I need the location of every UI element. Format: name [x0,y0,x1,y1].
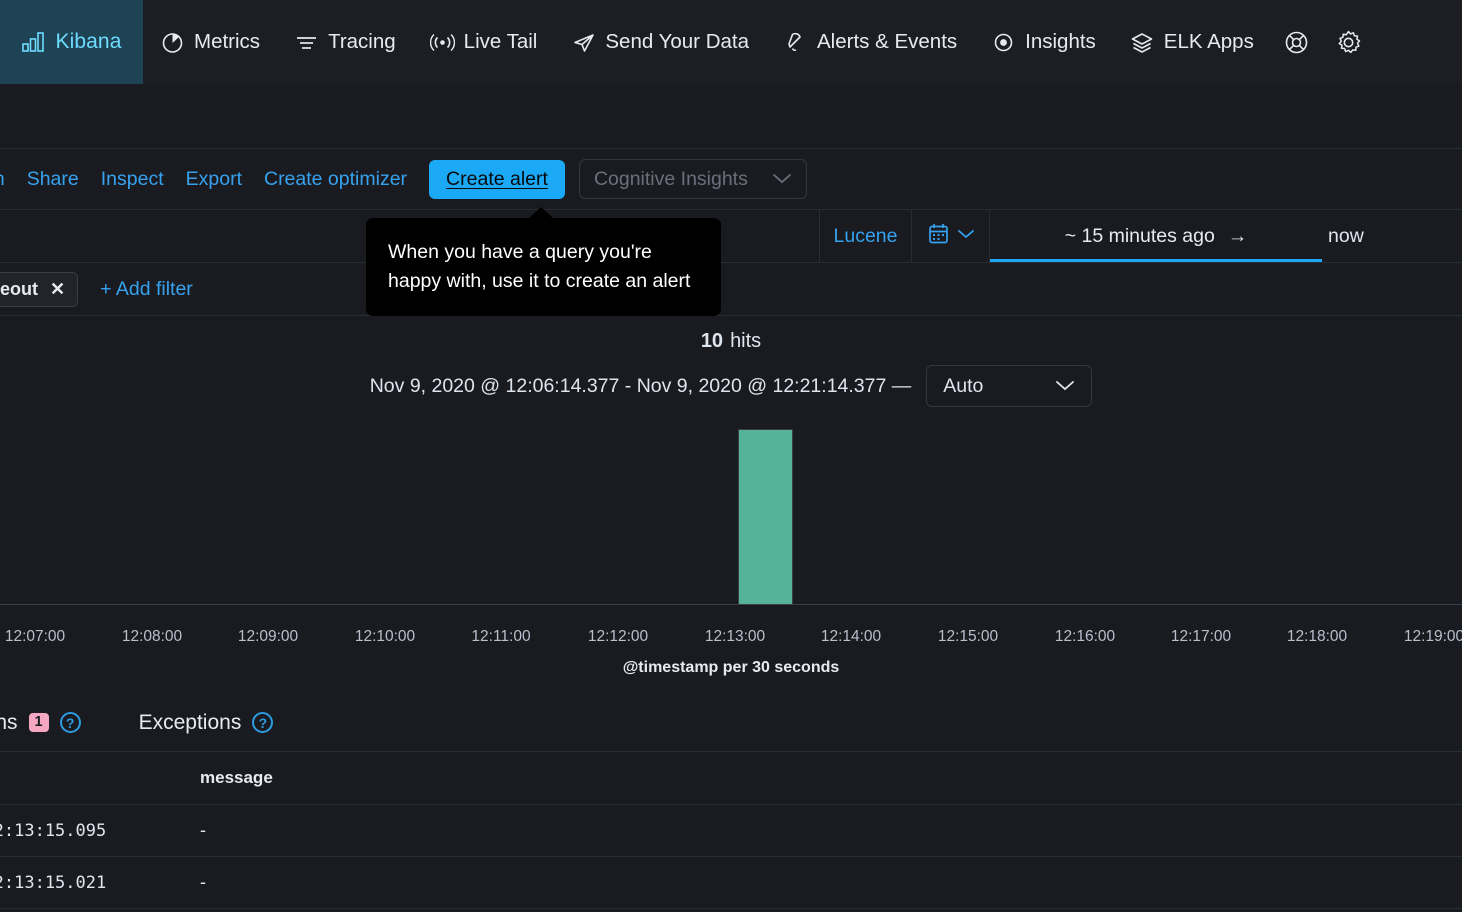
layers-icon [1130,30,1155,55]
time-range-start-button[interactable]: ~ 15 minutes ago → [990,210,1322,262]
x-axis-tick-label: 12:19:00 [1403,628,1462,645]
tab-label: tterns [0,710,18,734]
toolbar-link-create-optimizer[interactable]: Create optimizer [253,168,418,191]
tab-label: Exceptions [138,710,242,734]
cognitive-insights-dropdown[interactable]: Cognitive Insights [578,159,807,199]
tab-exceptions[interactable]: Exceptions ? [139,711,274,735]
filter-bar-row: imeout ✕ + Add filter [0,263,1462,316]
status-badge: 1 [28,713,49,732]
close-icon[interactable]: ✕ [50,279,65,300]
query-language-button[interactable]: Lucene [820,210,912,262]
nav-item-tracing[interactable]: Tracing [277,0,413,84]
documents-table: message 020 @ 12:13:15.095 - 020 @ 12:13… [0,752,1462,909]
x-axis-tick-label: 12:08:00 [121,628,183,645]
query-bar-row: Lucene ~ 15 minutes ago → now [0,210,1462,263]
chart-axis-line [0,604,1462,605]
help-icon[interactable] [1271,0,1323,84]
toolbar-link-export[interactable]: Export [175,168,253,191]
create-alert-tooltip: When you have a query you're happy with,… [366,218,721,316]
histogram-chart[interactable] [0,415,1462,605]
toolbar-link-inspect[interactable]: Inspect [90,168,175,191]
table-header-row: message [0,752,1462,805]
table-cell-message: - [200,872,206,892]
toolbar-link-open[interactable]: en [0,168,16,191]
table-cell-time: 020 @ 12:13:15.095 [0,820,107,841]
nav-item-alerts-events[interactable]: Alerts & Events [766,0,974,84]
chart-x-axis-label: @timestamp per 30 seconds [622,659,840,676]
toolbar-link-share[interactable]: Share [16,168,90,191]
eye-icon [991,30,1016,55]
cognitive-insights-label: Cognitive Insights [593,167,748,190]
hits-unit: hits [730,330,762,352]
time-range-summary: Nov 9, 2020 @ 12:06:14.377 - Nov 9, 2020… [0,365,1462,407]
arrow-right-icon: → [1227,224,1248,247]
x-axis-tick-label: 12:17:00 [1170,628,1232,645]
x-axis-tick-label: 12:16:00 [1054,628,1116,645]
paper-plane-icon [571,30,596,55]
bell-icon [783,30,808,55]
nav-item-elk-apps[interactable]: ELK Apps [1113,0,1271,84]
x-axis-tick-label: 12:12:00 [587,628,649,645]
nav-item-metrics[interactable]: Metrics [143,0,277,84]
nav-item-live-tail[interactable]: Live Tail [413,0,555,84]
tab-patterns[interactable]: tterns 1 ? [0,711,81,735]
table-cell-time: 020 @ 12:13:15.021 [0,872,107,893]
filter-lines-icon [294,30,319,55]
pie-chart-icon [160,30,185,55]
nav-item-label: Metrics [194,30,261,53]
x-axis-tick-label: 12:18:00 [1286,628,1348,645]
table-column-header-message[interactable]: message [200,768,273,788]
chevron-down-icon [957,227,975,245]
filter-pill-label: imeout [0,278,39,299]
action-toolbar: en Share Inspect Export Create optimizer… [0,148,1462,210]
help-circle-icon[interactable]: ? [252,712,274,733]
nav-item-send-your-data[interactable]: Send Your Data [554,0,766,84]
time-range-text: Nov 9, 2020 @ 12:06:14.377 - Nov 9, 2020… [369,374,912,397]
chart-x-axis: 12:07:00 12:08:00 12:09:00 12:10:00 12:11:00… [0,628,1462,654]
time-range-end-label: now [1328,224,1364,247]
interval-dropdown[interactable]: Auto [926,365,1093,407]
help-circle-icon[interactable]: ? [59,712,81,733]
top-navigation-bar: Kibana Metrics Tracing Live Tail Send Yo… [0,0,1462,84]
x-axis-tick-label: 12:10:00 [354,628,416,645]
time-range-end-button[interactable]: now [1322,210,1462,262]
x-axis-tick-label: 12:15:00 [937,628,999,645]
brand-kibana[interactable]: Kibana [0,0,143,84]
content-tabs: tterns 1 ? Exceptions ? [0,694,1462,752]
x-axis-tick-label: 12:13:00 [704,628,766,645]
x-axis-tick-label: 12:11:00 [471,628,531,645]
broadcast-icon [429,30,455,55]
nav-item-label: ELK Apps [1163,30,1254,53]
interval-label: Auto [943,374,984,397]
gear-icon[interactable] [1323,0,1375,84]
nav-item-label: Tracing [328,30,396,53]
time-range-start-label: ~ 15 minutes ago [1064,224,1215,247]
histogram-bar[interactable] [738,429,793,605]
table-row[interactable]: 020 @ 12:13:15.021 - [0,857,1462,909]
tooltip-arrow [528,207,554,219]
x-axis-tick-label: 12:09:00 [237,628,299,645]
x-axis-tick-label: 12:07:00 [4,628,66,645]
chevron-down-icon [772,168,792,191]
filter-pill[interactable]: imeout ✕ [0,271,79,307]
nav-item-label: Alerts & Events [817,30,958,53]
bar-chart-icon [22,30,47,55]
brand-label: Kibana [55,30,122,53]
nav-item-label: Insights [1025,30,1096,53]
hits-count: 10 [700,330,724,352]
table-cell-message: - [200,820,206,840]
create-alert-button[interactable]: Create alert [429,159,565,199]
calendar-icon [927,222,950,250]
date-quick-select-button[interactable] [912,210,990,262]
x-axis-tick-label: 12:14:00 [820,628,882,645]
nav-item-label: Send Your Data [605,30,749,53]
add-filter-button[interactable]: + Add filter [100,278,193,301]
nav-item-insights[interactable]: Insights [974,0,1113,84]
hits-summary: 10 hits [0,330,1462,353]
table-row[interactable]: 020 @ 12:13:15.095 - [0,805,1462,857]
chevron-down-icon [1055,375,1075,398]
nav-item-label: Live Tail [463,30,538,53]
